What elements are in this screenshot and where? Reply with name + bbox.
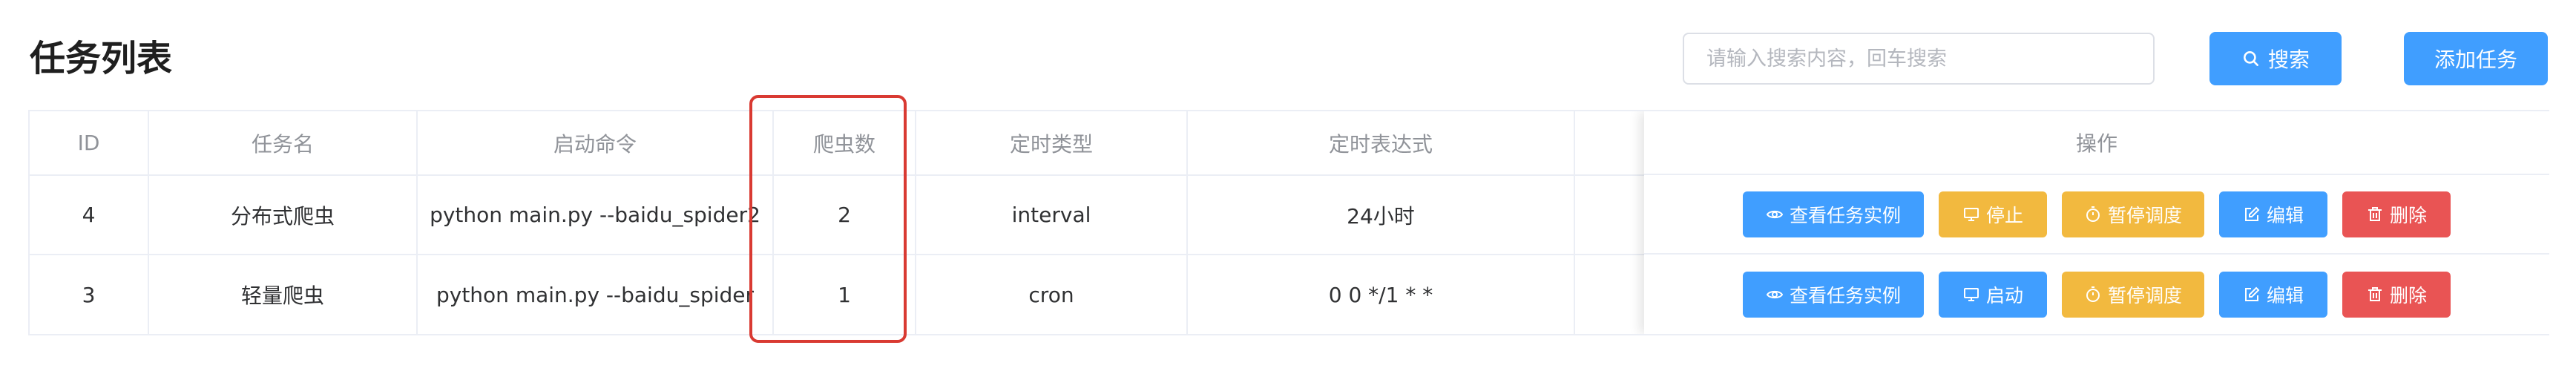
trash-icon — [2368, 206, 2382, 221]
delete-label: 删除 — [2389, 284, 2427, 306]
column-header-name: 任务名 — [148, 111, 418, 176]
cell-id: 3 — [30, 255, 149, 334]
operations-row: 查看任务实例 启动 暂停调度 编辑 删除 — [1644, 255, 2549, 334]
view-instances-label: 查看任务实例 — [1789, 284, 1901, 306]
trash-icon — [2368, 286, 2382, 301]
add-task-button-label: 添加任务 — [2434, 47, 2517, 72]
page-title: 任务列表 — [30, 38, 173, 79]
pause-schedule-button[interactable]: 暂停调度 — [2062, 191, 2204, 237]
task-table: ID 任务名 启动命令 爬虫数 定时类型 定时表达式 调 4 分布式爬虫 pyt… — [28, 110, 2549, 335]
cell-schedule-type: cron — [916, 255, 1188, 334]
table-row: 4 分布式爬虫 python main.py --baidu_spider2 2… — [30, 175, 1842, 255]
edit-button[interactable]: 编辑 — [2219, 191, 2327, 237]
column-header-operations: 操作 — [1644, 111, 2549, 175]
column-header-command: 启动命令 — [417, 111, 774, 176]
eye-icon — [1766, 290, 1784, 298]
eye-icon — [1766, 210, 1784, 218]
column-header-schedule-type: 定时类型 — [916, 111, 1188, 176]
edit-icon — [2244, 206, 2260, 221]
cell-name: 轻量爬虫 — [148, 255, 418, 334]
edit-icon — [2244, 286, 2260, 301]
search-icon — [2244, 51, 2258, 66]
delete-label: 删除 — [2389, 204, 2427, 226]
monitor-icon — [1963, 207, 1979, 221]
cell-command: python main.py --baidu_spider — [417, 255, 774, 334]
view-instances-button[interactable]: 查看任务实例 — [1743, 271, 1924, 318]
start-button-label: 启动 — [1985, 284, 2023, 306]
edit-button[interactable]: 编辑 — [2219, 271, 2327, 318]
cell-schedule-type: interval — [916, 175, 1188, 255]
operations-column: 操作 查看任务实例 停止 暂停调度 编辑 删除 查看任务实例 启动 暂停调度 编… — [1644, 111, 2549, 334]
pause-schedule-label: 暂停调度 — [2107, 204, 2182, 226]
delete-button[interactable]: 删除 — [2342, 191, 2451, 237]
search-button-label: 搜索 — [2267, 47, 2310, 72]
cell-command: python main.py --baidu_spider2 — [417, 175, 774, 255]
search-box[interactable] — [1683, 33, 2155, 85]
search-input[interactable] — [1684, 34, 2153, 83]
cell-spider-count: 1 — [773, 255, 916, 334]
start-button[interactable]: 启动 — [1939, 271, 2047, 318]
table-header-row: ID 任务名 启动命令 爬虫数 定时类型 定时表达式 调 — [30, 111, 1842, 176]
operations-row: 查看任务实例 停止 暂停调度 编辑 删除 — [1644, 175, 2549, 255]
column-header-id: ID — [30, 111, 149, 176]
stop-button[interactable]: 停止 — [1939, 191, 2047, 237]
table-row: 3 轻量爬虫 python main.py --baidu_spider 1 c… — [30, 255, 1842, 334]
cell-name: 分布式爬虫 — [148, 175, 418, 255]
cell-spider-count: 2 — [773, 175, 916, 255]
stop-button-label: 停止 — [1985, 204, 2023, 226]
column-header-spider-count: 爬虫数 — [773, 111, 916, 176]
monitor-icon — [1963, 287, 1979, 301]
timer-icon — [2086, 286, 2100, 302]
pause-schedule-label: 暂停调度 — [2107, 284, 2182, 306]
task-table-grid: ID 任务名 启动命令 爬虫数 定时类型 定时表达式 调 4 分布式爬虫 pyt… — [30, 111, 1842, 334]
pause-schedule-button[interactable]: 暂停调度 — [2062, 271, 2204, 318]
edit-label: 编辑 — [2266, 204, 2304, 226]
search-button[interactable]: 搜索 — [2209, 32, 2342, 85]
add-task-button[interactable]: 添加任务 — [2404, 32, 2548, 85]
cell-id: 4 — [30, 175, 149, 255]
edit-label: 编辑 — [2266, 284, 2304, 306]
delete-button[interactable]: 删除 — [2342, 271, 2451, 318]
cell-schedule-expr: 24小时 — [1187, 175, 1575, 255]
timer-icon — [2086, 206, 2100, 222]
column-header-schedule-expr: 定时表达式 — [1187, 111, 1575, 176]
cell-schedule-expr: 0 0 */1 * * — [1187, 255, 1575, 334]
view-instances-label: 查看任务实例 — [1789, 204, 1901, 226]
view-instances-button[interactable]: 查看任务实例 — [1743, 191, 1924, 237]
